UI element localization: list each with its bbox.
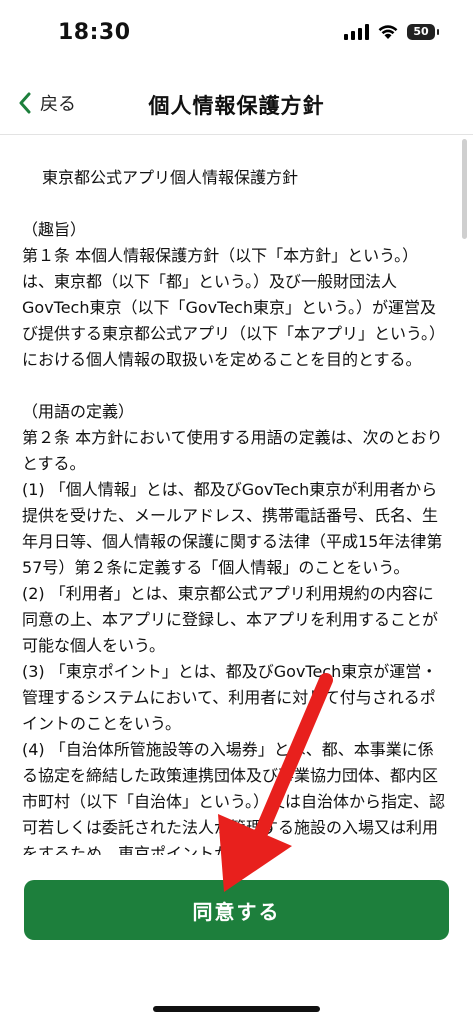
definition-item: (3) 「東京ポイント」とは、都及びGovTech東京が運営・管理するシステムに… — [22, 662, 438, 733]
policy-scroll-area[interactable]: 東京都公式アプリ個人情報保護方針 （趣旨） 第１条 本個人情報保護方針（以下「本… — [0, 135, 473, 855]
page-title: 個人情報保護方針 — [148, 94, 325, 118]
definition-item: (4) 「自治体所管施設等の入場券」とは、都、本事業に係る協定を締結した政策連携… — [22, 740, 446, 855]
signal-icon — [344, 24, 369, 40]
section-body: 第１条 本個人情報保護方針（以下「本方針」という。）は、東京都（以下「都」という… — [22, 246, 446, 369]
document-title: 東京都公式アプリ個人情報保護方針 — [42, 168, 299, 187]
definition-item: (2) 「利用者」とは、東京都公式アプリ利用規約の内容に同意の上、本アプリに登録… — [22, 584, 439, 655]
status-time: 18:30 — [58, 20, 131, 45]
status-bar: 18:30 50 — [0, 0, 473, 70]
policy-document: 東京都公式アプリ個人情報保護方針 （趣旨） 第１条 本個人情報保護方針（以下「本… — [22, 165, 447, 855]
scrollbar[interactable] — [462, 139, 467, 239]
home-indicator — [153, 1006, 320, 1012]
definition-item: (1) 「個人情報」とは、都及びGovTech東京が利用者から提供を受けた、メー… — [22, 480, 443, 577]
section-body: 第２条 本方針において使用する用語の定義は、次のとおりとする。 — [22, 428, 443, 473]
battery-icon: 50 — [407, 24, 439, 40]
navigation-bar: 戻る 個人情報保護方針 — [0, 70, 473, 135]
wifi-icon — [378, 25, 398, 39]
agree-button[interactable]: 同意する — [24, 880, 449, 940]
section-heading: （用語の定義） — [22, 402, 135, 421]
section-heading: （趣旨） — [22, 220, 87, 239]
status-icons: 50 — [344, 24, 439, 40]
